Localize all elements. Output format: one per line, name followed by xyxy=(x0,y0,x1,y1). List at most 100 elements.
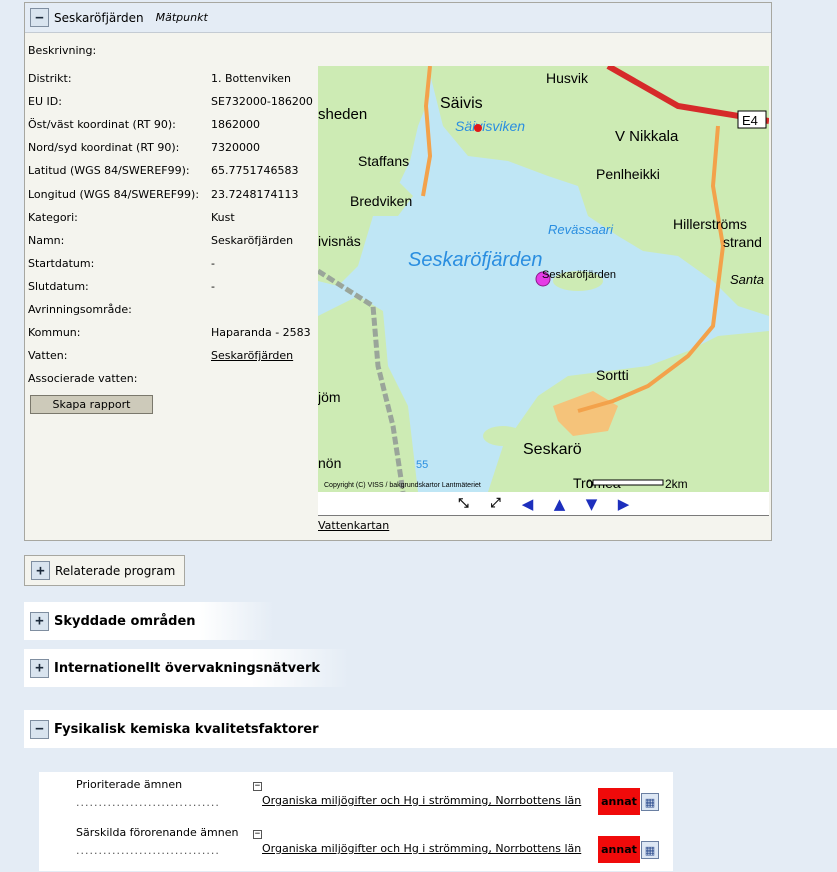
station-fields: Distrikt: 1. Bottenviken EU ID: SE732000-18… xyxy=(28,67,318,390)
field-value: Haparanda - 2583 xyxy=(211,326,311,340)
field-row: Nord/syd koordinat (RT 90): 7320000 xyxy=(28,136,318,159)
map-point-saivisviken[interactable] xyxy=(474,124,482,132)
field-row: Vatten: Seskaröfjärden xyxy=(28,344,318,367)
field-label: EU ID: xyxy=(28,95,62,109)
field-row: Distrikt: 1. Bottenviken xyxy=(28,67,318,90)
pan-right-icon[interactable]: ▶ xyxy=(614,494,633,513)
field-row: Kategori: Kust xyxy=(28,206,318,229)
field-value: 7320000 xyxy=(211,141,260,155)
map-label-bredviken: Bredviken xyxy=(350,193,412,209)
map-label-jom: jöm xyxy=(318,389,341,405)
field-row: Namn: Seskaröfjärden xyxy=(28,229,318,252)
create-report-button[interactable]: Skapa rapport xyxy=(30,395,153,414)
fys-row-label: Särskilda förorenande ämnen xyxy=(76,826,239,839)
map-label-penlheikki: Penlheikki xyxy=(596,166,660,182)
field-row: Longitud (WGS 84/SWEREF99): 23.7248174113 xyxy=(28,182,318,205)
expand-toggle[interactable]: + xyxy=(30,611,49,631)
field-value: Kust xyxy=(211,210,235,224)
field-label: Distrikt: xyxy=(28,72,72,86)
expand-toggle[interactable]: + xyxy=(30,658,49,678)
field-value: 23.7248174113 xyxy=(211,187,299,201)
map-label-saivis: Säivis xyxy=(440,95,483,112)
details-icon[interactable]: ▦ xyxy=(641,793,659,811)
physical-chemical-list: Prioriterade ämnen .....................… xyxy=(39,772,673,871)
field-label: Vatten: xyxy=(28,349,68,363)
map-label-sortti: Sortti xyxy=(596,367,629,383)
field-value: 65.7751746583 xyxy=(211,164,299,178)
field-value: - xyxy=(211,279,215,293)
field-value: 1862000 xyxy=(211,118,260,132)
fys-program-link[interactable]: Organiska miljögifter och Hg i strömming… xyxy=(262,842,581,855)
field-row: Latitud (WGS 84/SWEREF99): 65.7751746583 xyxy=(28,159,318,182)
field-label: Latitud (WGS 84/SWEREF99): xyxy=(28,164,190,178)
fys-row-dots: ................................ xyxy=(76,796,220,809)
map-label-e4: E4 xyxy=(742,113,758,128)
fys-program-link[interactable]: Organiska miljögifter och Hg i strömming… xyxy=(262,794,581,807)
map-canvas[interactable]: Husvik E4 Säivis Säivisviken sheden V Ni… xyxy=(318,66,769,492)
zoom-in-icon[interactable]: ⤡ xyxy=(454,494,473,513)
map-island xyxy=(483,426,523,446)
field-value: Seskaröfjärden xyxy=(211,233,294,247)
field-value-link[interactable]: Seskaröfjärden xyxy=(211,349,318,362)
field-row: Avrinningsområde: xyxy=(28,298,318,321)
field-label: Longitud (WGS 84/SWEREF99): xyxy=(28,187,200,201)
details-icon[interactable]: ▦ xyxy=(641,841,659,859)
fys-row-label: Prioriterade ämnen xyxy=(76,778,183,791)
description-label: Beskrivning: xyxy=(28,44,97,57)
station-panel: − Seskaröfjärden Mätpunkt Beskrivning: D… xyxy=(24,2,772,541)
section-international-network[interactable]: + Internationellt övervakningsnätverk xyxy=(24,649,349,687)
map-label-non: nön xyxy=(318,455,341,471)
section-label: Skyddade områden xyxy=(54,613,196,629)
field-row: Slutdatum: - xyxy=(28,275,318,298)
status-badge: annat xyxy=(598,836,640,863)
pan-up-icon[interactable]: ▲ xyxy=(550,494,569,513)
field-label: Startdatum: xyxy=(28,256,95,270)
map-label-staffans: Staffans xyxy=(358,153,409,169)
field-label: Kommun: xyxy=(28,326,81,340)
map-label-seskaro: Seskarö xyxy=(523,441,582,458)
map-label-seskarofjarden: Seskaröfjärden xyxy=(408,249,543,271)
section-related-programs[interactable]: + Relaterade program xyxy=(24,555,185,586)
field-label: Namn: xyxy=(28,233,65,247)
field-value: - xyxy=(211,256,215,270)
field-label: Nord/syd koordinat (RT 90): xyxy=(28,141,180,155)
pan-down-icon[interactable]: ▼ xyxy=(582,494,601,513)
field-row: Öst/väst koordinat (RT 90): 1862000 xyxy=(28,113,318,136)
collapse-toggle[interactable]: − xyxy=(30,719,49,739)
map-label-v-nikkala: V Nikkala xyxy=(615,128,679,145)
map-label-strand: strand xyxy=(723,234,762,250)
map-label-vivisnas: ivisnäs xyxy=(318,233,361,249)
field-label: Kategori: xyxy=(28,210,78,224)
field-row: EU ID: SE732000-186200 xyxy=(28,90,318,113)
map-label-55: 55 xyxy=(416,459,428,471)
map-scale-end: 2km xyxy=(665,477,688,491)
map-label-revassaari: Revässaari xyxy=(548,222,614,237)
fys-row-collapse-icon[interactable]: − xyxy=(253,782,262,791)
fys-row: Prioriterade ämnen .....................… xyxy=(39,778,673,824)
map-copyright: Copyright (C) VISS / bakgrundskartor Lan… xyxy=(324,482,481,489)
expand-toggle[interactable]: + xyxy=(31,561,50,580)
field-value: SE732000-186200 xyxy=(211,95,313,109)
fys-row-collapse-icon[interactable]: − xyxy=(253,830,262,839)
section-protected-areas[interactable]: + Skyddade områden xyxy=(24,602,274,640)
field-row: Kommun: Haparanda - 2583 xyxy=(28,321,318,344)
section-label: Relaterade program xyxy=(55,563,176,578)
map-view[interactable]: Husvik E4 Säivis Säivisviken sheden V Ni… xyxy=(318,66,769,492)
section-physical-chemical[interactable]: − Fysikalisk kemiska kvalitetsfaktorer xyxy=(24,710,837,748)
map-label-sheden: sheden xyxy=(318,106,367,123)
station-title: Seskaröfjärden xyxy=(54,10,144,25)
section-label: Fysikalisk kemiska kvalitetsfaktorer xyxy=(54,721,319,737)
map-label-hillerstroms: Hillerströms xyxy=(673,216,747,232)
map-label-santa: Santa xyxy=(730,272,764,287)
field-label: Avrinningsområde: xyxy=(28,302,132,316)
collapse-toggle[interactable]: − xyxy=(30,8,49,27)
field-label: Associerade vatten: xyxy=(28,372,138,386)
field-row: Associerade vatten: xyxy=(28,367,318,390)
map-label-husvik: Husvik xyxy=(546,70,589,86)
zoom-out-icon[interactable]: ⤢ xyxy=(486,494,505,513)
vattenkartan-link[interactable]: Vattenkartan xyxy=(318,519,389,532)
field-row: Startdatum: - xyxy=(28,252,318,275)
map-label-saivisviken: Säivisviken xyxy=(455,118,525,134)
map-label-point: Seskaröfjärden xyxy=(542,269,616,281)
pan-left-icon[interactable]: ◀ xyxy=(518,494,537,513)
